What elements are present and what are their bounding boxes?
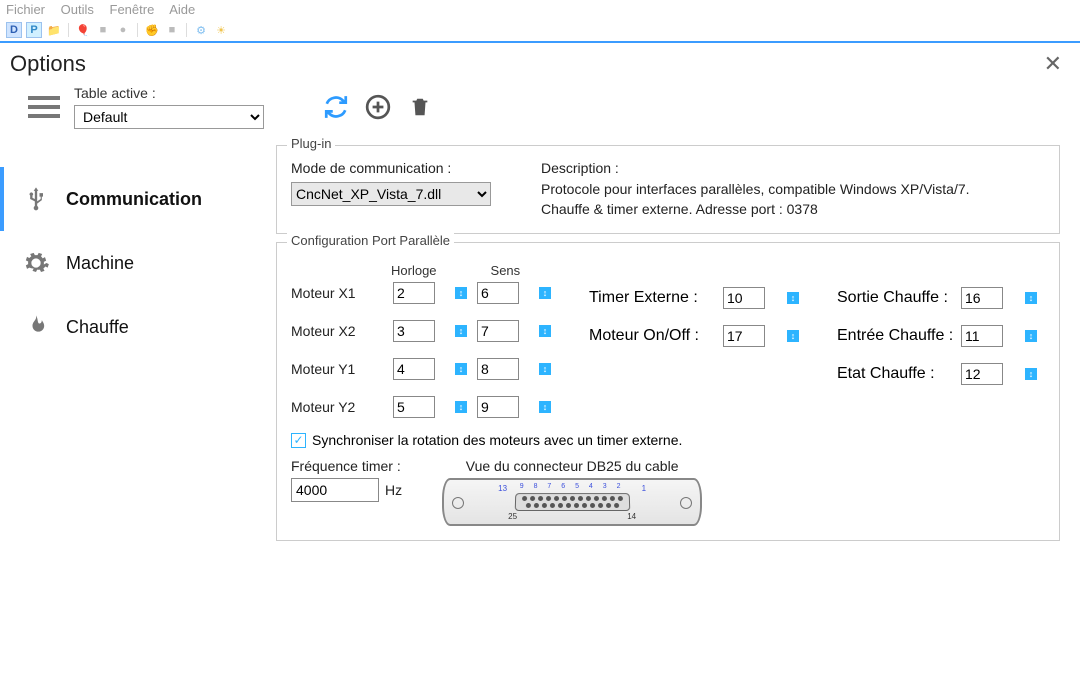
- toolbar-record-icon[interactable]: ●: [115, 22, 131, 38]
- entree-label: Entrée Chauffe :: [837, 327, 957, 345]
- menu-file[interactable]: Fichier: [6, 2, 45, 17]
- entree-input[interactable]: [961, 325, 1003, 347]
- add-icon[interactable]: [364, 93, 392, 121]
- table-active-select[interactable]: Default: [74, 105, 264, 129]
- options-title: Options: [10, 51, 86, 77]
- desc-text: Protocole pour interfaces parallèles, co…: [541, 180, 981, 219]
- motor-x1-label: Moteur X1: [291, 285, 391, 301]
- motor-x2-label: Moteur X2: [291, 323, 391, 339]
- motor-y1-h-input[interactable]: [393, 358, 435, 380]
- motor-x1-h-input[interactable]: [393, 282, 435, 304]
- menu-tools[interactable]: Outils: [61, 2, 94, 17]
- sortie-label: Sortie Chauffe :: [837, 289, 957, 307]
- refresh-icon[interactable]: [322, 93, 350, 121]
- toolbar-new-doc-icon[interactable]: D: [6, 22, 22, 38]
- motor-y1-s-input[interactable]: [477, 358, 519, 380]
- toolbar-sun-icon[interactable]: ☀: [213, 22, 229, 38]
- sortie-input[interactable]: [961, 287, 1003, 309]
- etat-label: Etat Chauffe :: [837, 365, 957, 383]
- content: Plug-in Mode de communication : CncNet_X…: [276, 137, 1080, 549]
- plugin-group: Plug-in Mode de communication : CncNet_X…: [276, 145, 1060, 234]
- tick-icon[interactable]: ↕: [539, 401, 551, 413]
- sidebar: Communication Machine Chauffe: [0, 137, 276, 549]
- menu-window[interactable]: Fenêtre: [110, 2, 155, 17]
- sidebar-label: Chauffe: [66, 317, 129, 338]
- motor-x2-h-input[interactable]: [393, 320, 435, 342]
- mode-select[interactable]: CncNet_XP_Vista_7.dll: [291, 182, 491, 206]
- delete-icon[interactable]: [406, 93, 434, 121]
- toolbar-balloon-icon[interactable]: 🎈: [75, 22, 91, 38]
- db25-view: Vue du connecteur DB25 du cable 13 9 8 7…: [442, 458, 702, 526]
- motor-y2-s-input[interactable]: [477, 396, 519, 418]
- tick-icon[interactable]: ↕: [539, 363, 551, 375]
- sidebar-label: Communication: [66, 189, 202, 210]
- db25-connector: 13 9 8 7 6 5 4 3 2 1 25 14: [442, 478, 702, 526]
- toolbar-gear-icon[interactable]: ⚙: [193, 22, 209, 38]
- horloge-header: Horloge: [391, 263, 437, 278]
- port-group: Configuration Port Parallèle Horloge Sen…: [276, 242, 1060, 541]
- tick-icon[interactable]: ↕: [455, 287, 467, 299]
- freq-unit: Hz: [385, 482, 402, 498]
- timer-ext-input[interactable]: [723, 287, 765, 309]
- tick-icon[interactable]: ↕: [1025, 368, 1037, 380]
- tick-icon[interactable]: ↕: [539, 287, 551, 299]
- sidebar-item-chauffe[interactable]: Chauffe: [0, 295, 276, 359]
- options-header: Options ✕: [0, 43, 1080, 81]
- toolbar-stop2-icon[interactable]: ■: [164, 22, 180, 38]
- sidebar-label: Machine: [66, 253, 134, 274]
- sync-row[interactable]: ✓ Synchroniser la rotation des moteurs a…: [291, 432, 1045, 448]
- mode-label: Mode de communication :: [291, 160, 491, 176]
- desc-label: Description :: [541, 160, 981, 176]
- db25-title: Vue du connecteur DB25 du cable: [466, 458, 679, 474]
- motor-y2-label: Moteur Y2: [291, 399, 391, 415]
- gear-icon: [20, 249, 52, 277]
- tick-icon[interactable]: ↕: [1025, 330, 1037, 342]
- freq-input[interactable]: [291, 478, 379, 502]
- tick-icon[interactable]: ↕: [787, 292, 799, 304]
- sync-label: Synchroniser la rotation des moteurs ave…: [312, 432, 682, 448]
- menu-help[interactable]: Aide: [169, 2, 195, 17]
- table-active-row: Table active : Default: [0, 81, 1080, 137]
- motor-y2-h-input[interactable]: [393, 396, 435, 418]
- port-legend: Configuration Port Parallèle: [287, 233, 454, 248]
- motor-on-input[interactable]: [723, 325, 765, 347]
- hamburger-menu-icon[interactable]: [28, 96, 60, 118]
- etat-input[interactable]: [961, 363, 1003, 385]
- toolbar-new-proj-icon[interactable]: P: [26, 22, 42, 38]
- motor-on-label: Moteur On/Off :: [589, 327, 719, 345]
- tick-icon[interactable]: ↕: [455, 363, 467, 375]
- tick-icon[interactable]: ↕: [455, 401, 467, 413]
- toolbar-hand-icon[interactable]: ✊: [144, 22, 160, 38]
- tick-icon[interactable]: ↕: [1025, 292, 1037, 304]
- sidebar-item-machine[interactable]: Machine: [0, 231, 276, 295]
- table-active-label: Table active :: [74, 85, 264, 101]
- sidebar-item-communication[interactable]: Communication: [0, 167, 276, 231]
- toolbar: D P 📁 🎈 ■ ● ✊ ■ ⚙ ☀: [0, 19, 1080, 43]
- sens-header: Sens: [491, 263, 521, 278]
- motor-x1-s-input[interactable]: [477, 282, 519, 304]
- timer-ext-label: Timer Externe :: [589, 289, 719, 307]
- sync-checkbox[interactable]: ✓: [291, 433, 306, 448]
- menubar: Fichier Outils Fenêtre Aide: [0, 0, 1080, 19]
- tick-icon[interactable]: ↕: [455, 325, 467, 337]
- plugin-legend: Plug-in: [287, 136, 335, 151]
- toolbar-open-icon[interactable]: 📁: [46, 22, 62, 38]
- toolbar-stop-icon[interactable]: ■: [95, 22, 111, 38]
- tick-icon[interactable]: ↕: [787, 330, 799, 342]
- tick-icon[interactable]: ↕: [539, 325, 551, 337]
- motor-y1-label: Moteur Y1: [291, 361, 391, 377]
- close-icon[interactable]: ✕: [1044, 51, 1062, 77]
- freq-label: Fréquence timer :: [291, 458, 402, 474]
- motor-x2-s-input[interactable]: [477, 320, 519, 342]
- flame-icon: [20, 313, 52, 341]
- usb-icon: [20, 185, 52, 213]
